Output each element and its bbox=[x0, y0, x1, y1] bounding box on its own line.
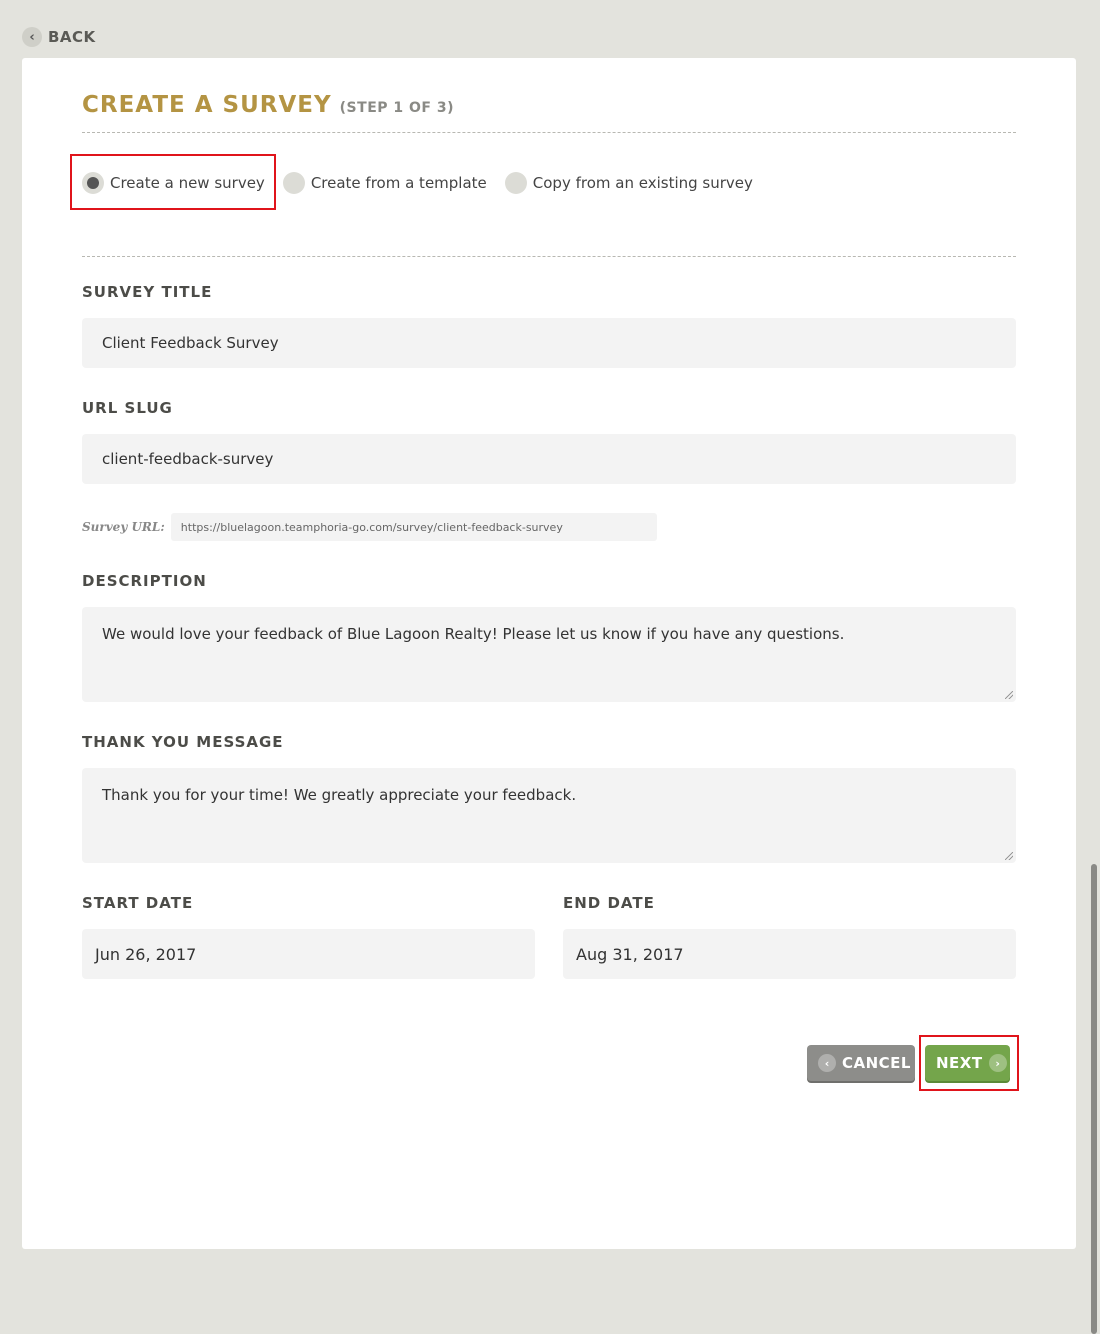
description-text: We would love your feedback of Blue Lago… bbox=[102, 625, 845, 643]
description-textarea[interactable]: We would love your feedback of Blue Lago… bbox=[82, 607, 1016, 702]
survey-title-label: SURVEY TITLE bbox=[82, 283, 213, 301]
radio-label: Create from a template bbox=[310, 174, 487, 192]
survey-url-value: https://bluelagoon.teamphoria-go.com/sur… bbox=[170, 513, 657, 541]
end-date-input[interactable]: Aug 31, 2017 bbox=[563, 929, 1016, 979]
survey-url-label: Survey URL: bbox=[82, 520, 165, 534]
radio-circle[interactable] bbox=[504, 172, 527, 194]
title-divider bbox=[82, 132, 1016, 133]
end-date-label: END DATE bbox=[563, 894, 655, 912]
back-link[interactable]: ‹ BACK bbox=[22, 26, 96, 48]
cancel-label: CANCEL bbox=[842, 1054, 911, 1072]
chevron-left-icon: ‹ bbox=[818, 1054, 836, 1072]
back-label: BACK bbox=[48, 28, 96, 46]
thank-you-textarea[interactable]: Thank you for your time! We greatly appr… bbox=[82, 768, 1016, 863]
resize-handle-icon[interactable] bbox=[1005, 852, 1013, 860]
highlight-create-new bbox=[70, 154, 276, 210]
thank-you-label: THANK YOU MESSAGE bbox=[82, 733, 284, 751]
start-date-input[interactable]: Jun 26, 2017 bbox=[82, 929, 535, 979]
survey-url-row: Survey URL: https://bluelagoon.teamphori… bbox=[82, 513, 657, 541]
step-indicator: (STEP 1 OF 3) bbox=[339, 100, 454, 116]
radio-from-template[interactable]: Create from a template bbox=[282, 172, 487, 194]
chevron-left-icon: ‹ bbox=[22, 27, 42, 47]
resize-handle-icon[interactable] bbox=[1005, 691, 1013, 699]
url-slug-label: URL SLUG bbox=[82, 399, 173, 417]
scrollbar-thumb[interactable] bbox=[1091, 864, 1097, 1334]
description-label: DESCRIPTION bbox=[82, 572, 207, 590]
form-title: CREATE A SURVEY bbox=[82, 92, 332, 118]
thank-you-text: Thank you for your time! We greatly appr… bbox=[102, 786, 577, 804]
survey-title-input[interactable]: Client Feedback Survey bbox=[82, 318, 1016, 368]
radio-circle[interactable] bbox=[282, 172, 305, 194]
highlight-next bbox=[919, 1035, 1019, 1091]
start-date-label: START DATE bbox=[82, 894, 194, 912]
cancel-button[interactable]: ‹ CANCEL bbox=[807, 1045, 915, 1081]
page-title: CREATE A SURVEY (STEP 1 OF 3) bbox=[82, 92, 454, 118]
radio-copy-existing[interactable]: Copy from an existing survey bbox=[504, 172, 753, 194]
url-slug-input[interactable]: client-feedback-survey bbox=[82, 434, 1016, 484]
survey-form-card: CREATE A SURVEY (STEP 1 OF 3) Create a n… bbox=[22, 58, 1076, 1249]
radio-label: Copy from an existing survey bbox=[532, 174, 753, 192]
options-divider bbox=[82, 256, 1016, 257]
